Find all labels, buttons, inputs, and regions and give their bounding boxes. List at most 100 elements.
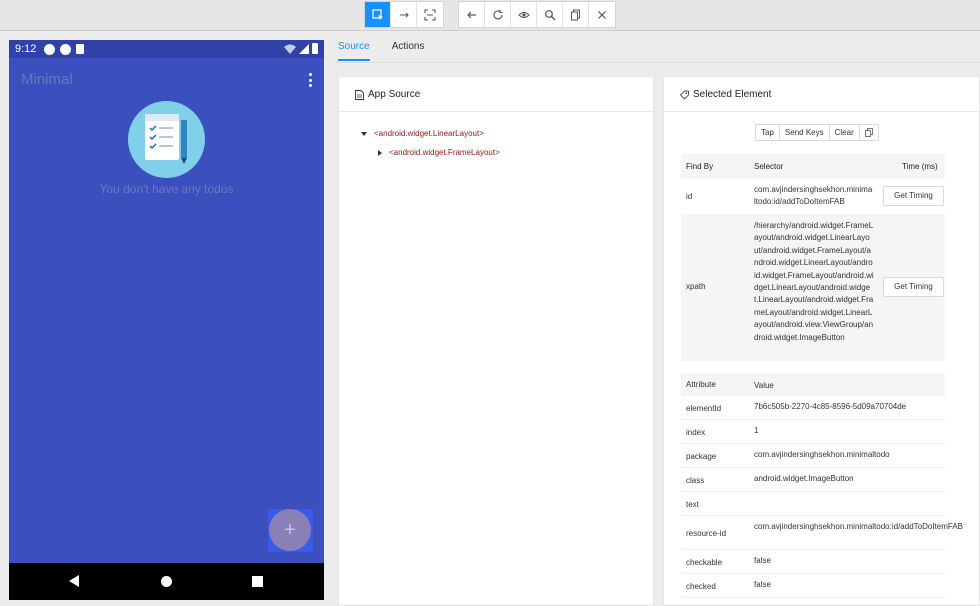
attributes-header-row: Attribute Value bbox=[681, 373, 945, 396]
attribute-row: resource-id com.avjindersinghsekhon.mini… bbox=[681, 516, 963, 550]
attribute-name: elementId bbox=[686, 404, 722, 413]
selector-header-row: Find By Selector Time (ms) bbox=[681, 154, 945, 179]
selected-element-title: Selected Element bbox=[693, 89, 772, 100]
attribute-name: checked bbox=[686, 582, 716, 591]
tag-icon bbox=[680, 90, 689, 100]
selector-value: /hierarchy/android.widget.FrameLayout/an… bbox=[754, 221, 874, 342]
select-element-button[interactable] bbox=[365, 2, 391, 27]
inspector-tabs: Source Actions bbox=[338, 41, 424, 61]
copy-xml-button[interactable] bbox=[563, 2, 589, 27]
get-timing-button[interactable]: Get Timing bbox=[883, 186, 944, 206]
attribute-row: text bbox=[681, 492, 945, 516]
copy-attributes-button[interactable] bbox=[860, 125, 878, 140]
refresh-button[interactable] bbox=[485, 2, 511, 27]
app-title[interactable]: Minimal bbox=[21, 71, 73, 88]
attribute-name: index bbox=[686, 428, 706, 437]
attribute-value: false bbox=[754, 580, 771, 589]
attribute-name: resource-id bbox=[686, 529, 727, 538]
app-source-title: App Source bbox=[368, 89, 421, 100]
attribute-header: Attribute bbox=[686, 380, 716, 389]
nav-home-icon[interactable] bbox=[161, 576, 172, 587]
get-timing-button[interactable]: Get Timing bbox=[883, 277, 944, 297]
attribute-value: 1 bbox=[754, 426, 759, 435]
overflow-menu-icon[interactable] bbox=[308, 73, 312, 87]
attribute-row: checkable false bbox=[681, 550, 945, 574]
notification-icon bbox=[60, 43, 72, 55]
empty-message: You don't have any todos bbox=[99, 182, 234, 196]
arrow-right-icon bbox=[399, 12, 409, 17]
tree-node-framelayout[interactable]: <android.widget.FrameLayout> bbox=[378, 148, 500, 157]
play-icon bbox=[44, 43, 56, 55]
back-button[interactable] bbox=[459, 2, 485, 27]
tap-button[interactable]: Tap bbox=[756, 125, 780, 140]
attribute-name: checkable bbox=[686, 558, 723, 567]
clear-button[interactable]: Clear bbox=[830, 125, 860, 140]
app-source-header: App Source bbox=[355, 89, 420, 100]
attribute-row: elementId 7b6c505b-2270-4c85-8596-5d09a7… bbox=[681, 396, 945, 420]
attribute-name: package bbox=[686, 452, 717, 461]
attribute-row: class android.widget.ImageButton bbox=[681, 468, 945, 492]
attribute-name: class bbox=[686, 476, 705, 485]
file-icon bbox=[355, 89, 364, 100]
wifi-icon bbox=[284, 44, 296, 54]
status-right bbox=[284, 43, 318, 54]
navigation-bar bbox=[9, 563, 324, 600]
value-header: Value bbox=[754, 381, 774, 390]
selector-row-xpath: xpath /hierarchy/android.widget.FrameLay… bbox=[681, 214, 945, 361]
add-todo-fab[interactable]: + bbox=[269, 509, 311, 551]
selected-element-panel: Selected Element Tap Send Keys Clear Fin… bbox=[663, 76, 980, 606]
header-divider bbox=[664, 111, 979, 112]
eye-icon bbox=[517, 11, 530, 18]
toolbar bbox=[0, 0, 980, 31]
attribute-value: android.widget.ImageButton bbox=[754, 474, 854, 483]
attribute-value: com.avjindersinghsekhon.minimaltodo:id/a… bbox=[754, 522, 963, 531]
empty-todo-illustration bbox=[128, 101, 205, 178]
sd-card-icon bbox=[76, 44, 85, 54]
attribute-value: false bbox=[754, 556, 771, 565]
search-button[interactable] bbox=[537, 2, 563, 27]
caret-down-icon[interactable] bbox=[361, 131, 367, 136]
app-source-panel: App Source <android.widget.LinearLayout>… bbox=[338, 76, 654, 606]
refresh-icon bbox=[493, 9, 503, 19]
nav-back-icon[interactable] bbox=[69, 575, 79, 587]
tab-actions[interactable]: Actions bbox=[392, 41, 425, 61]
attribute-name: text bbox=[686, 500, 699, 509]
time-header: Time (ms) bbox=[902, 162, 938, 171]
toolbar-mode-group bbox=[364, 1, 444, 28]
find-by-header: Find By bbox=[686, 162, 714, 171]
tab-source[interactable]: Source bbox=[338, 41, 370, 61]
copy-icon bbox=[864, 128, 873, 137]
attribute-row: index 1 bbox=[681, 420, 945, 444]
attribute-row: checked false bbox=[681, 574, 945, 598]
attribute-value: com.avjindersinghsekhon.minimaltodo bbox=[754, 450, 890, 459]
clipboard-checklist-icon bbox=[145, 114, 187, 164]
show-hide-button[interactable] bbox=[511, 2, 537, 27]
close-icon bbox=[598, 10, 606, 19]
device-screenshot[interactable]: 9:12 Minimal You don't have any todos + bbox=[9, 40, 324, 600]
search-icon bbox=[544, 9, 555, 20]
attribute-row: package com.avjindersinghsekhon.minimalt… bbox=[681, 444, 945, 468]
status-bar: 9:12 bbox=[9, 40, 324, 58]
selected-element-header: Selected Element bbox=[680, 89, 771, 100]
arrow-left-icon bbox=[466, 11, 476, 18]
tap-by-coordinates-button[interactable] bbox=[417, 2, 443, 27]
select-cursor-icon bbox=[371, 8, 383, 20]
swipe-button[interactable] bbox=[391, 2, 417, 27]
signal-icon bbox=[299, 43, 309, 54]
quit-session-button[interactable] bbox=[589, 2, 615, 27]
send-keys-button[interactable]: Send Keys bbox=[780, 125, 830, 140]
selector-row-id: id com.avjindersinghsekhon.minimaltodo:i… bbox=[681, 181, 945, 213]
tree-node-label[interactable]: <android.widget.LinearLayout> bbox=[374, 129, 484, 138]
attribute-value: 7b6c505b-2270-4c85-8596-5d09a70704de bbox=[754, 402, 907, 411]
find-by-value: id bbox=[686, 192, 693, 201]
tab-divider bbox=[334, 62, 980, 63]
nav-recents-icon[interactable] bbox=[252, 576, 263, 587]
scan-icon bbox=[424, 8, 436, 21]
copy-icon bbox=[570, 9, 580, 20]
caret-right-icon[interactable] bbox=[378, 149, 382, 156]
tree-node-label[interactable]: <android.widget.FrameLayout> bbox=[389, 148, 500, 157]
battery-icon bbox=[312, 43, 318, 54]
toolbar-actions-group bbox=[458, 1, 616, 28]
selector-header: Selector bbox=[754, 162, 784, 171]
tree-node-linearlayout[interactable]: <android.widget.LinearLayout> bbox=[361, 129, 484, 138]
